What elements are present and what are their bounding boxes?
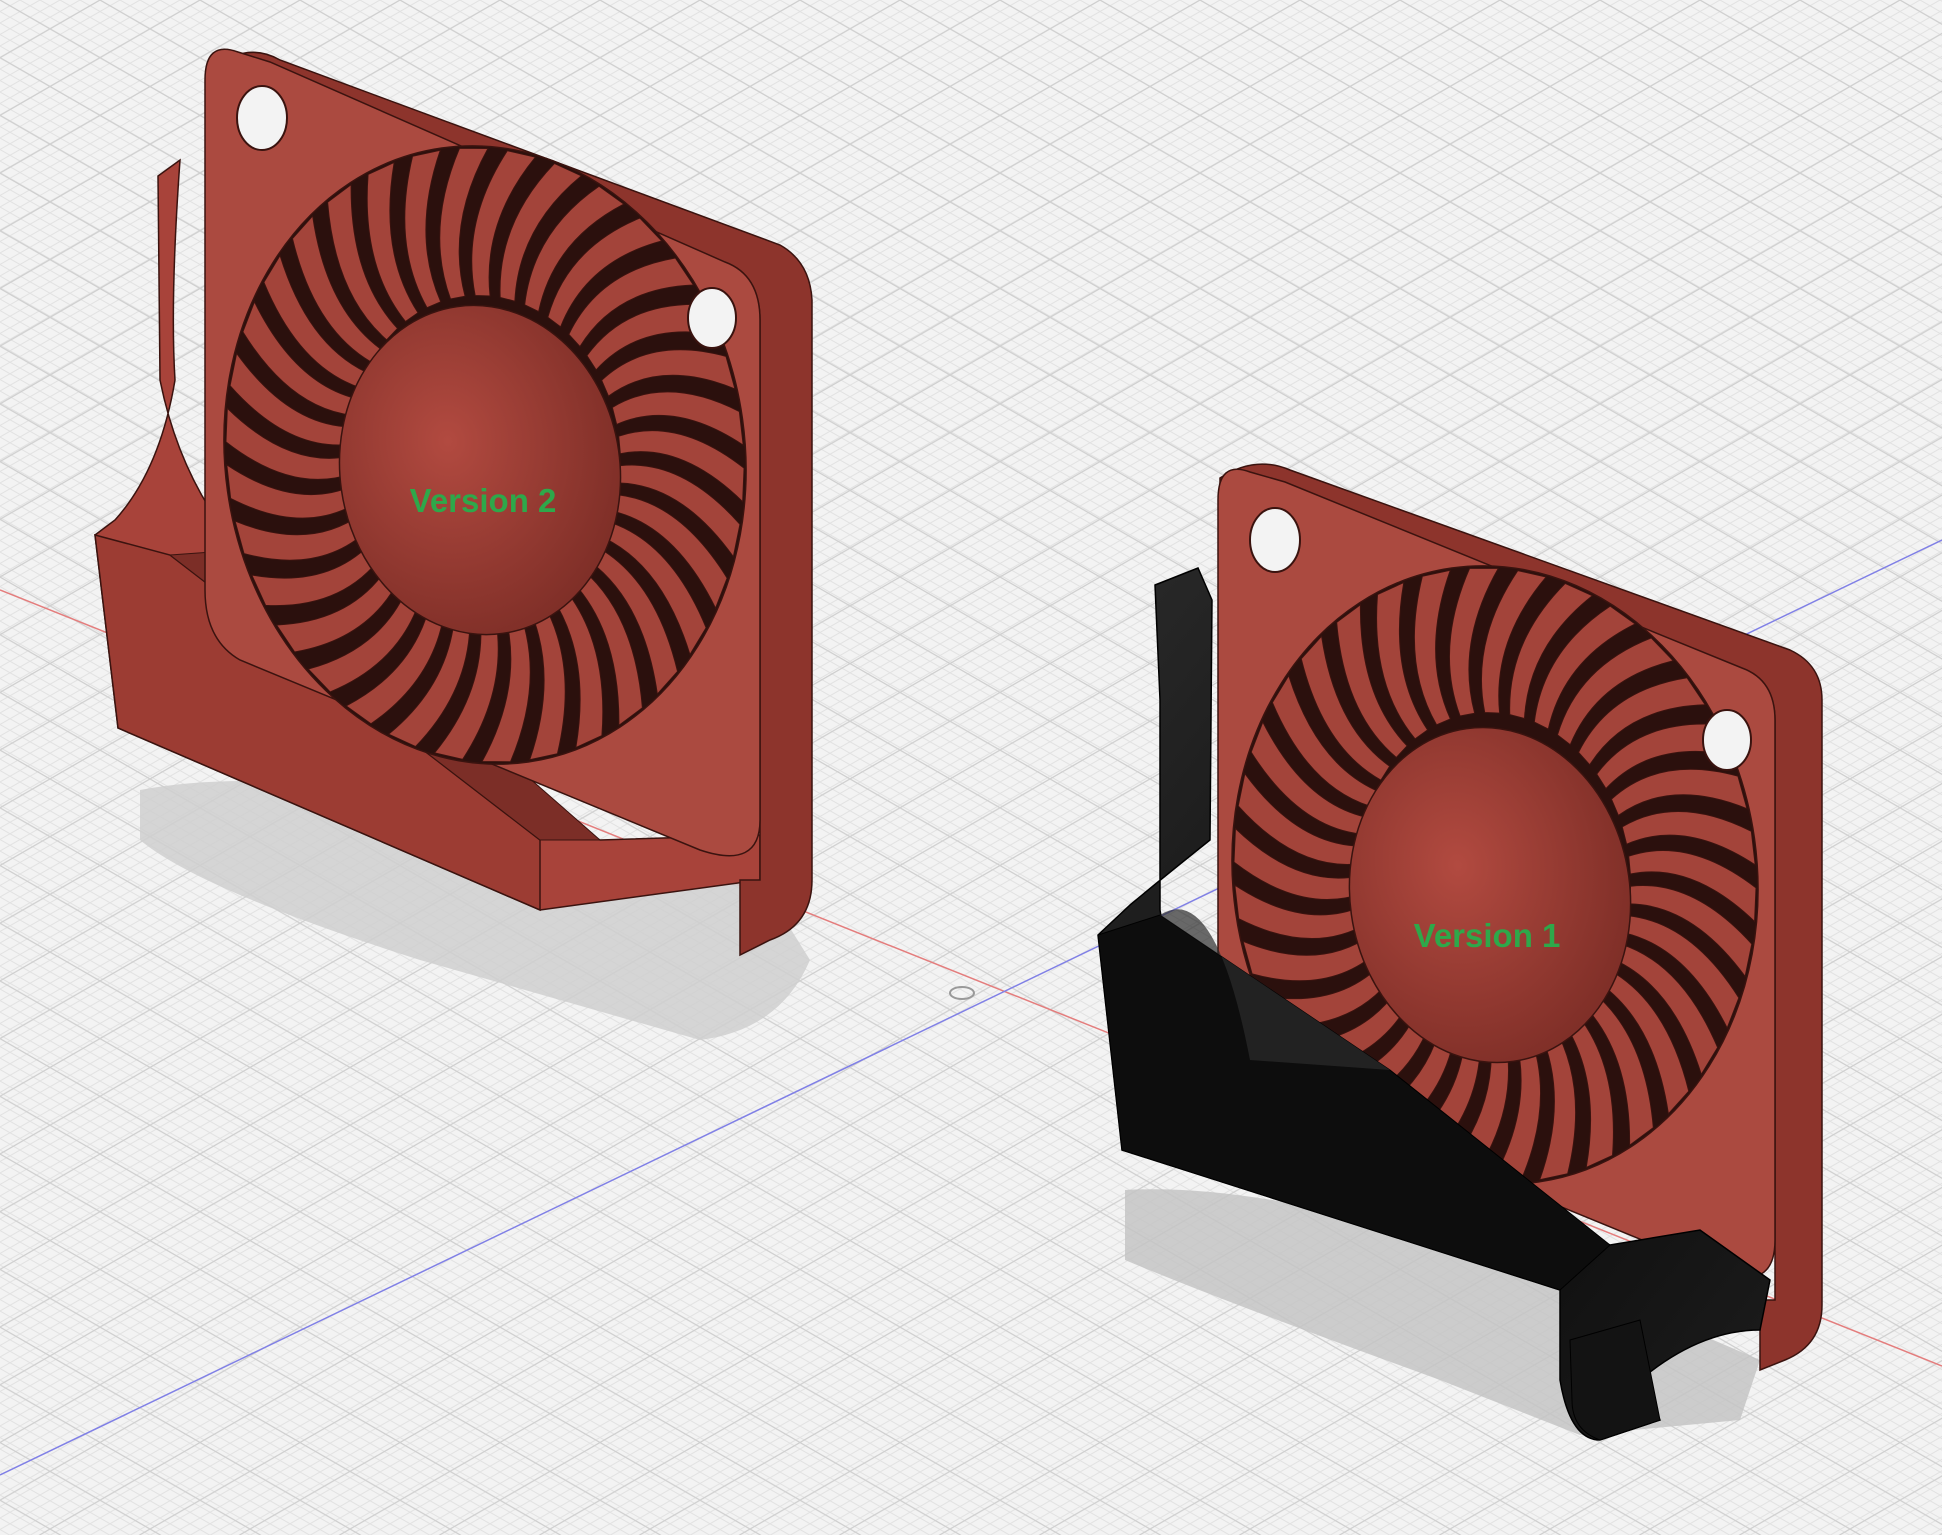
scene-canvas[interactable]: Version 2 Version 1	[0, 0, 1942, 1535]
mount-hole	[1249, 507, 1301, 573]
model-label-version-1: Version 1	[1414, 917, 1561, 954]
mount-hole	[236, 85, 288, 151]
mount-hole	[687, 287, 737, 349]
mount-hole	[1702, 709, 1752, 771]
canvas-viewport[interactable]: Version 2 Version 1	[0, 0, 1942, 1535]
model-label-version-2: Version 2	[410, 482, 557, 519]
